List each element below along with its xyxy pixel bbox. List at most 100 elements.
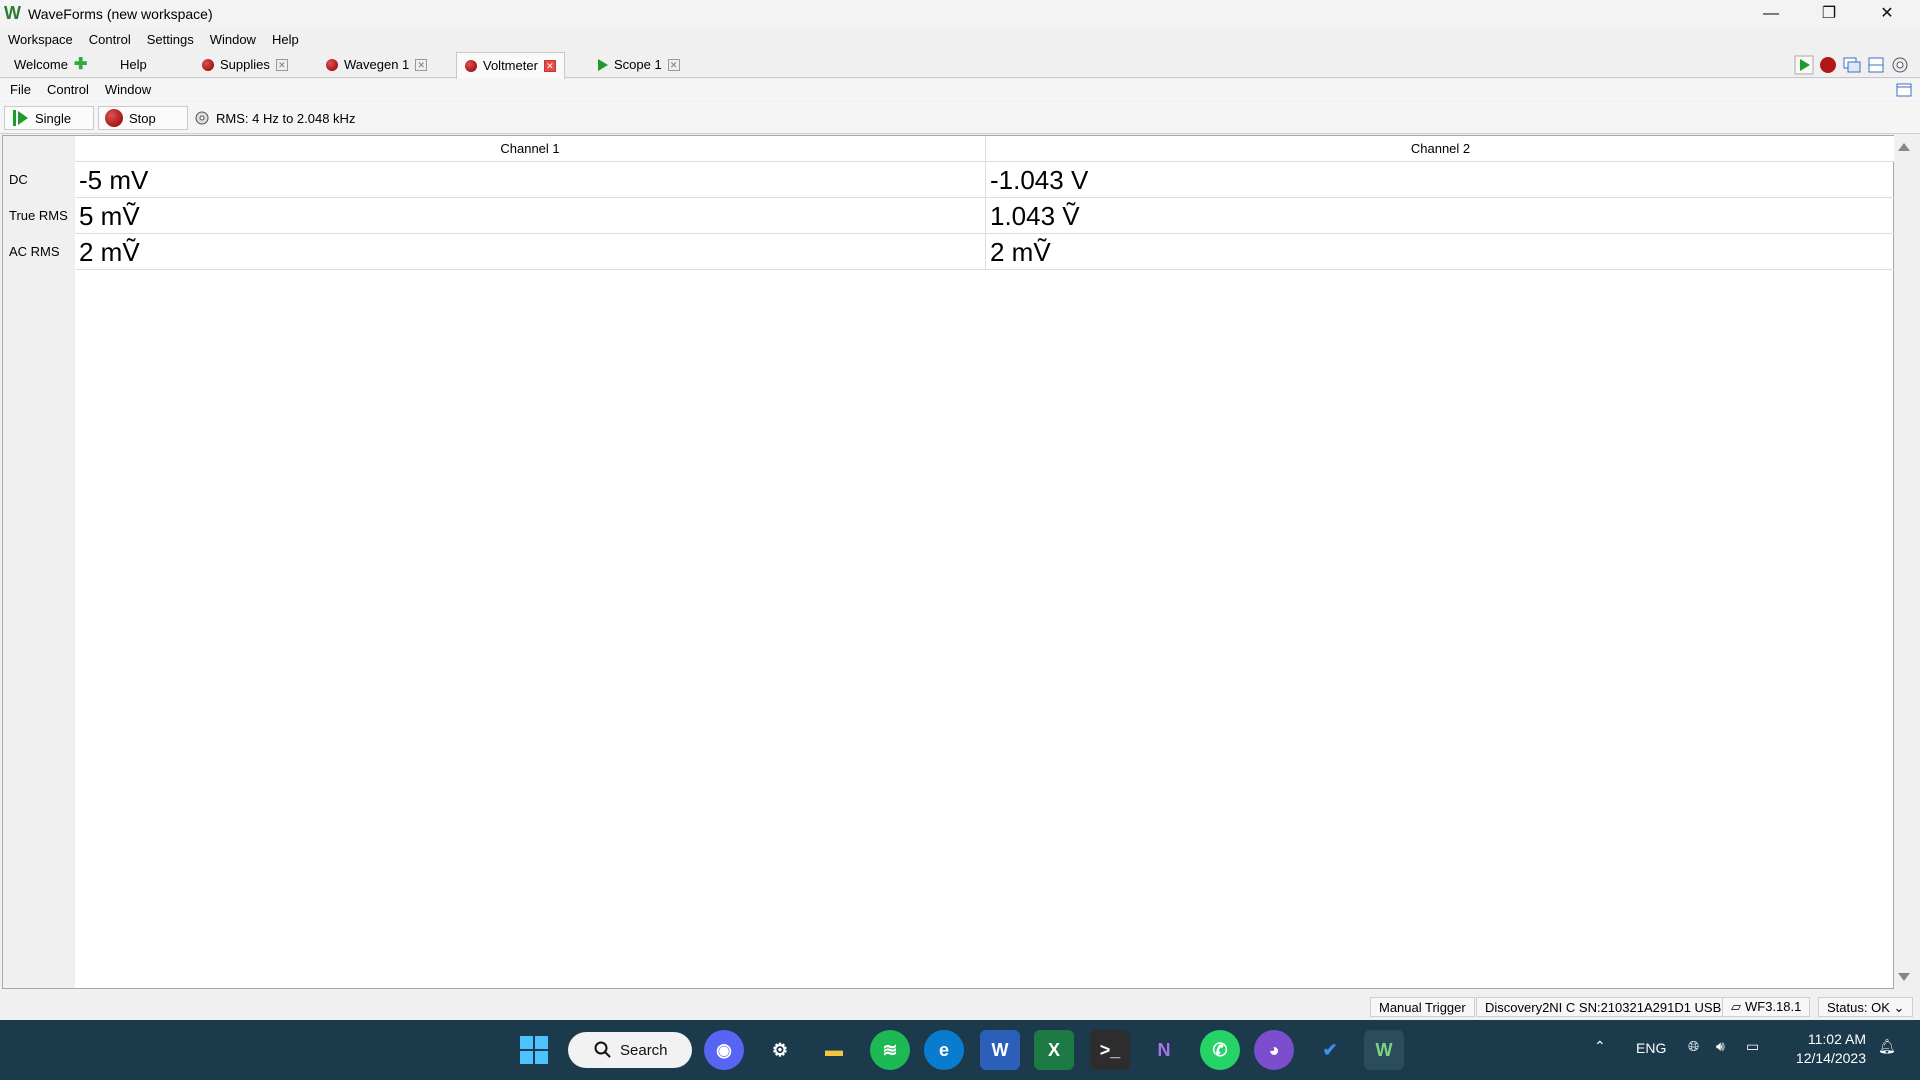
menu-window[interactable]: Window (202, 29, 264, 51)
gears-icon (195, 111, 209, 125)
visual-studio-icon[interactable]: N (1144, 1030, 1184, 1070)
windows-taskbar: Search ◉ ⚙ ▬ ≋ e W X >_ N ✆ ◕ ✔ W ⌃ ENG … (0, 1020, 1920, 1080)
column-header-channel-1: Channel 1 (75, 136, 986, 162)
voltmeter-table: DC True RMS AC RMS Channel 1 Channel 2 -… (2, 135, 1895, 989)
vertical-scrollbar[interactable] (1894, 135, 1914, 989)
clock[interactable]: 11:02 AM 12/14/2023 (1784, 1030, 1866, 1068)
discord-icon[interactable]: ◉ (704, 1030, 744, 1070)
row-label-ac-rms: AC RMS (9, 244, 60, 259)
tile-windows-icon[interactable] (1866, 55, 1886, 75)
menu-file[interactable]: File (0, 79, 39, 101)
status-label: Status: OK (1827, 1000, 1890, 1015)
tab-wavegen-1[interactable]: Wavegen 1 ✕ (318, 52, 435, 78)
menu-window[interactable]: Window (97, 79, 159, 101)
menu-settings[interactable]: Settings (139, 29, 202, 51)
instrument-menu-bar: File Control Window (0, 79, 1920, 101)
whatsapp-icon[interactable]: ✆ (1200, 1030, 1240, 1070)
version-info[interactable]: ▱ WF3.18.1 (1722, 997, 1811, 1017)
rms-range-text: RMS: 4 Hz to 2.048 kHz (216, 110, 356, 126)
tab-label: Welcome (14, 57, 68, 72)
language-indicator[interactable]: ENG (1636, 1040, 1666, 1056)
volume-icon[interactable]: 🔊︎ (1716, 1038, 1725, 1055)
tab-scope-1[interactable]: Scope 1 ✕ (590, 52, 688, 78)
tab-label: Voltmeter (483, 58, 538, 73)
dock-window-icon[interactable] (1896, 82, 1912, 98)
cascade-windows-icon[interactable] (1842, 55, 1862, 75)
version-label: WF3.18.1 (1745, 999, 1802, 1014)
todo-check-icon[interactable]: ✔ (1310, 1030, 1350, 1070)
taskbar-search-box[interactable]: Search (568, 1032, 692, 1068)
tab-label: Scope 1 (614, 57, 662, 72)
cell-ch1-dc: -5 mV (75, 162, 986, 198)
device-info[interactable]: Discovery2NI C SN:210321A291D1 USB (1476, 997, 1731, 1017)
stop-button[interactable]: Stop (98, 106, 188, 130)
restore-button[interactable]: ❐ (1800, 0, 1858, 28)
device-icon: ▱ (1731, 999, 1741, 1014)
close-button[interactable]: ✕ (1858, 0, 1916, 28)
menu-help[interactable]: Help (264, 29, 307, 51)
tray-chevron-up-icon[interactable]: ⌃ (1594, 1038, 1606, 1055)
waveforms-taskbar-icon[interactable]: W (1364, 1030, 1404, 1070)
close-tab-icon[interactable]: ✕ (275, 59, 288, 71)
tab-label: Supplies (220, 57, 270, 72)
file-explorer-icon[interactable]: ▬ (814, 1030, 854, 1070)
windows-start-icon[interactable] (518, 1034, 550, 1066)
status-indicator[interactable]: Status: OK ⌄ (1818, 997, 1914, 1017)
single-run-icon (13, 110, 28, 126)
menu-workspace[interactable]: Workspace (0, 29, 81, 51)
spotify-icon[interactable]: ≋ (870, 1030, 910, 1070)
clock-date: 12/14/2023 (1795, 1050, 1866, 1066)
search-label: Search (620, 1041, 668, 1059)
edge-browser-icon[interactable]: e (924, 1030, 964, 1070)
cell-ch1-true-rms: 5 mṼ (75, 198, 986, 234)
tab-supplies[interactable]: Supplies ✕ (194, 52, 296, 78)
single-button[interactable]: Single (4, 106, 94, 130)
battery-icon[interactable]: ▭ (1746, 1038, 1759, 1055)
scroll-down-icon[interactable] (1898, 973, 1910, 981)
rms-settings[interactable]: RMS: 4 Hz to 2.048 kHz (194, 108, 355, 128)
network-icon[interactable]: 🌐︎ (1688, 1038, 1699, 1055)
main-menu-bar: Workspace Control Settings Window Help (0, 29, 1920, 51)
settings-icon[interactable]: ⚙ (760, 1030, 800, 1070)
tab-voltmeter[interactable]: Voltmeter ✕ (456, 52, 565, 79)
scroll-up-icon[interactable] (1898, 143, 1910, 151)
plus-icon[interactable]: ✚ (74, 52, 87, 78)
record-dot-icon (202, 59, 214, 71)
settings-gear-icon[interactable] (1890, 55, 1910, 75)
window-title: WaveForms (new workspace) (28, 6, 213, 22)
cell-ch2-true-rms: 1.043 Ṽ (986, 198, 1895, 234)
cell-ch2-dc: -1.043 V (986, 162, 1895, 198)
clock-time: 11:02 AM (1807, 1031, 1866, 1047)
cell-ch2-ac-rms: 2 mṼ (986, 234, 1895, 270)
search-icon (594, 1041, 611, 1058)
column-header-channel-2: Channel 2 (986, 136, 1895, 162)
stop-label: Stop (129, 110, 156, 126)
tab-help[interactable]: Help (112, 52, 155, 78)
github-icon[interactable]: ◕ (1254, 1030, 1294, 1070)
close-tab-icon[interactable]: ✕ (415, 59, 428, 71)
tab-label: Help (120, 57, 147, 72)
chevron-down-icon: ⌄ (1893, 1000, 1905, 1015)
word-icon[interactable]: W (980, 1030, 1020, 1070)
status-bar: Manual Trigger Discovery2NI C SN:210321A… (0, 995, 1920, 1019)
waveforms-logo-icon: W (4, 3, 21, 23)
close-tab-icon[interactable]: ✕ (667, 59, 680, 71)
tab-bar: Welcome ✚ Help Supplies ✕ Wavegen 1 ✕ Vo… (0, 52, 1920, 79)
menu-control[interactable]: Control (81, 29, 139, 51)
notification-bell-icon[interactable]: 🔔︎ (1878, 1038, 1896, 1055)
stop-all-icon[interactable] (1818, 55, 1838, 75)
close-tab-icon[interactable]: ✕ (543, 60, 556, 72)
terminal-icon[interactable]: >_ (1090, 1030, 1130, 1070)
single-label: Single (35, 110, 72, 126)
row-header-column: DC True RMS AC RMS (3, 136, 75, 988)
tab-welcome[interactable]: Welcome ✚ (6, 52, 95, 78)
run-all-icon[interactable] (1794, 55, 1814, 75)
excel-icon[interactable]: X (1034, 1030, 1074, 1070)
record-dot-icon (465, 60, 477, 72)
menu-control[interactable]: Control (39, 79, 97, 101)
manual-trigger-button[interactable]: Manual Trigger (1370, 997, 1475, 1017)
instrument-toolbar: Single Stop RMS: 4 Hz to 2.048 kHz (0, 102, 1920, 134)
title-bar: W WaveForms (new workspace) — ❐ ✕ (0, 0, 1920, 28)
minimize-button[interactable]: — (1742, 0, 1800, 28)
stop-icon (105, 109, 123, 127)
